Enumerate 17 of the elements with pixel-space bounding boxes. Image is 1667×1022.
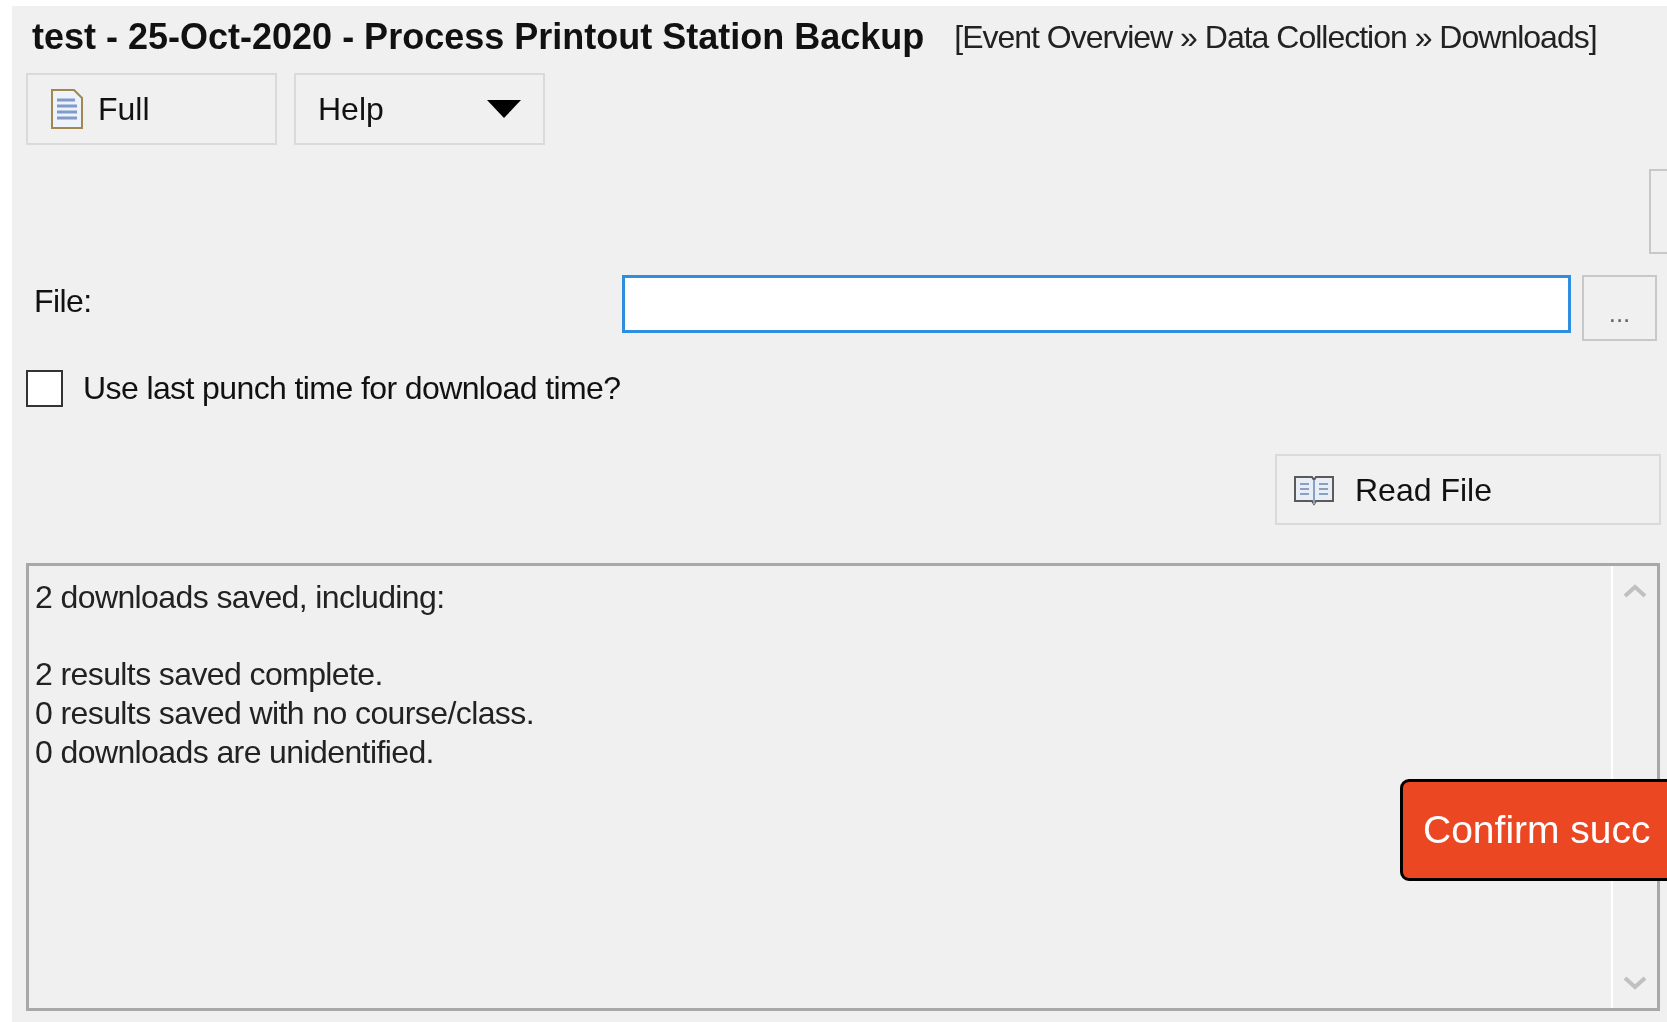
checkbox-label: Use last punch time for download time? [83,369,621,408]
log-line: 2 results saved complete. [35,655,384,694]
toolbar-button[interactable]: Full [26,73,277,145]
checkbox[interactable] [26,369,63,407]
log-line: 2 downloads saved, including: [35,578,446,617]
file-label: File: [34,282,93,321]
browse-button[interactable]: ... [1582,275,1657,341]
caret-icon [487,100,521,118]
read-file-button[interactable]: Read File [1275,454,1661,525]
file-input-field[interactable] [622,275,1571,333]
log-line: 0 results saved with no course/class. [35,694,535,733]
toolbar-button[interactable]: Help [294,73,545,145]
log-line: 0 downloads are unidentified. [35,733,435,772]
document-icon [50,88,84,130]
window-title: test - 25-Oct-2020 - Process Printout Station Backup [32,15,925,59]
callout-banner: Confirm succ [1400,779,1667,881]
breadcrumb-text: [Event Overview » Data Collection » Downloads] [954,18,1597,57]
